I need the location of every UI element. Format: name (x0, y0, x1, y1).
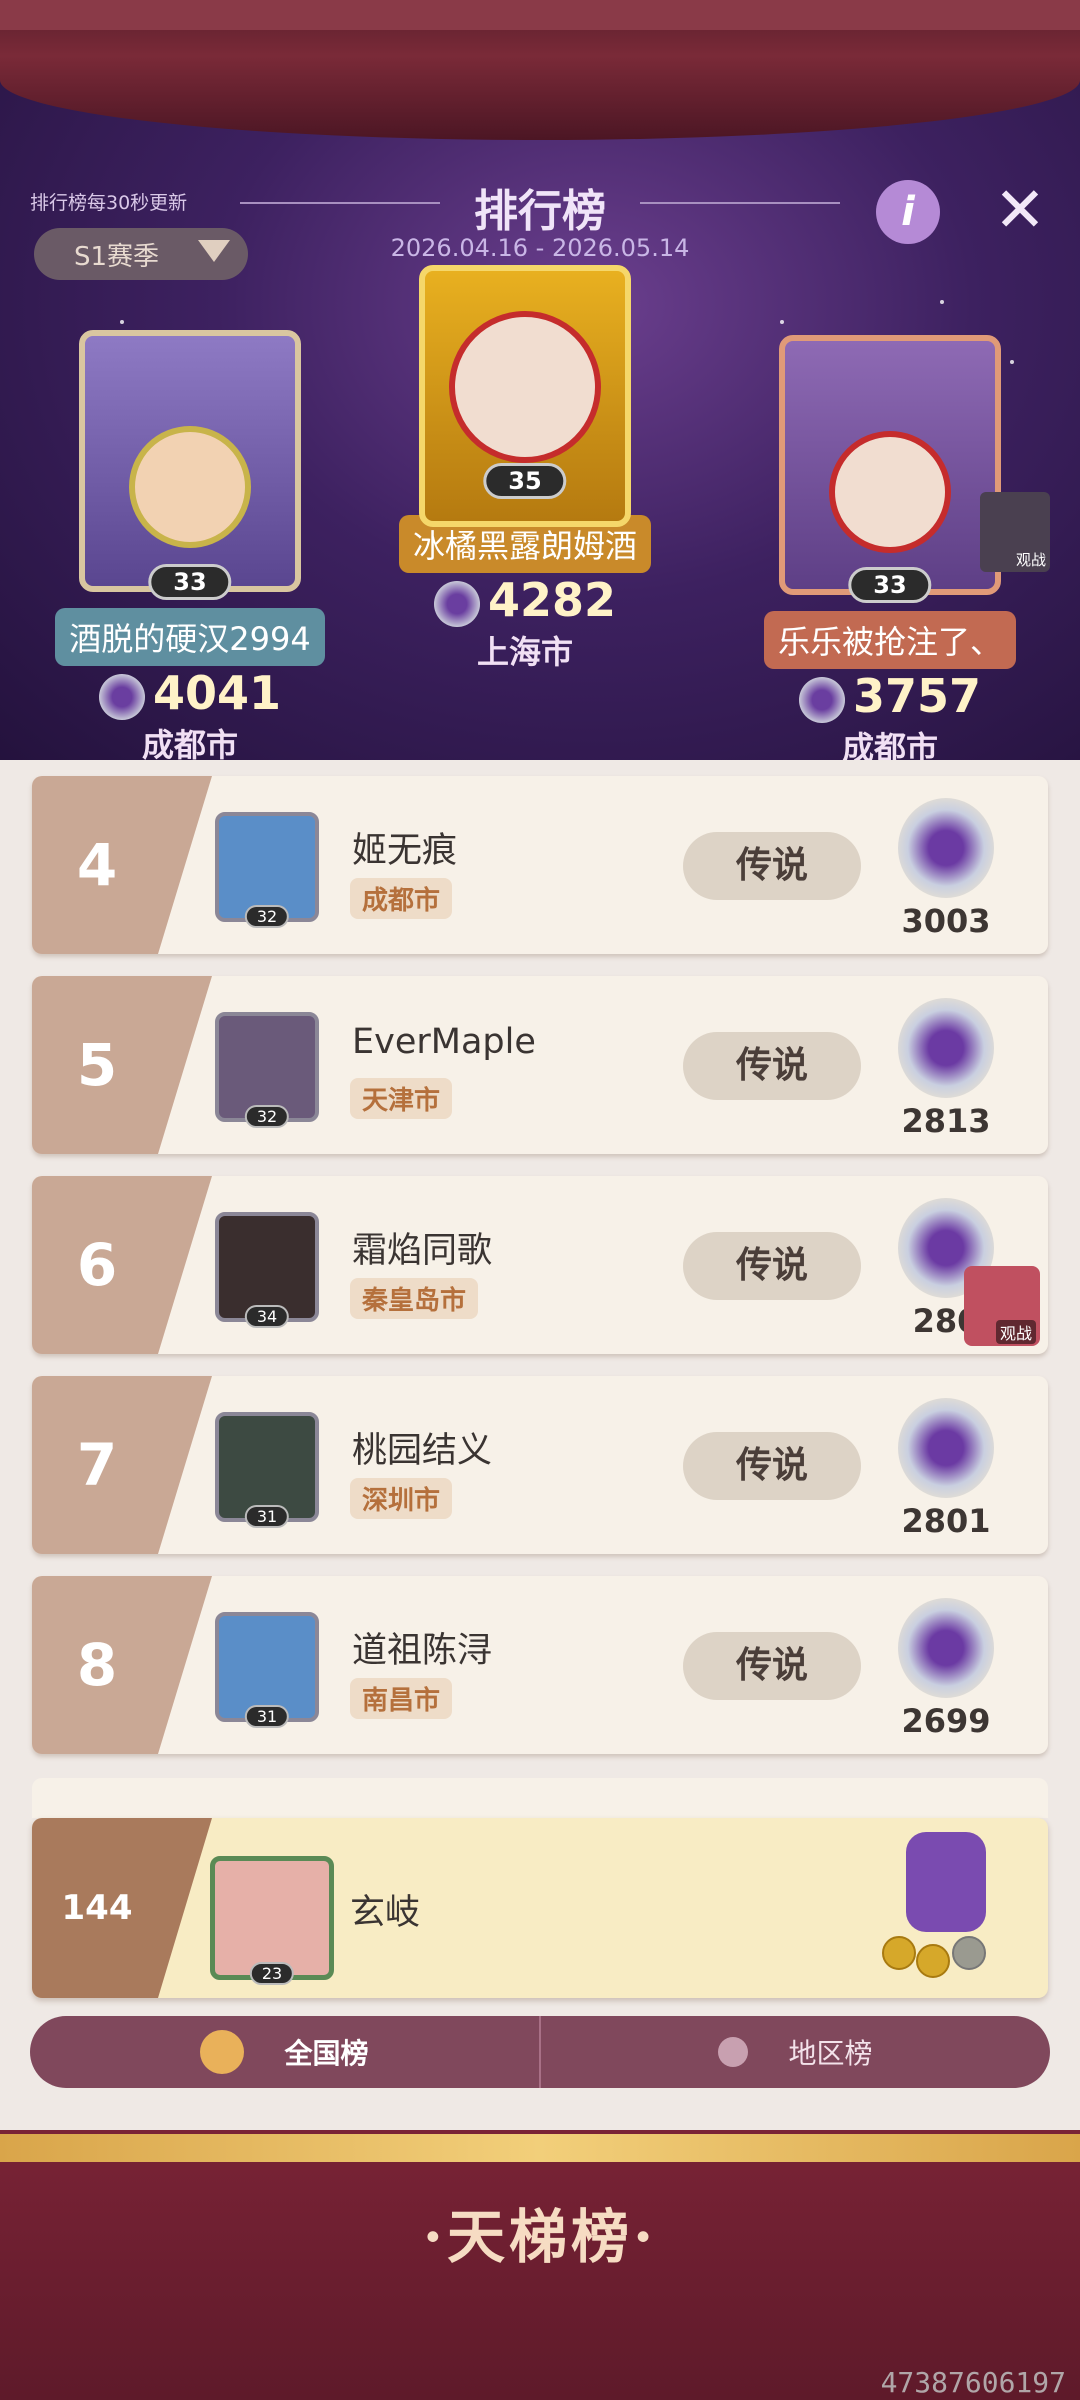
player-city: 成都市 (350, 878, 453, 919)
footer-trim (0, 2134, 1080, 2162)
level-badge: 33 (148, 564, 232, 600)
avatar (829, 431, 951, 553)
coin-icon (916, 1944, 950, 1978)
rank-number: 4 (76, 831, 118, 899)
location-pin-icon (712, 2030, 755, 2074)
legend-crest-icon (98, 673, 145, 720)
curtain-trim (0, 0, 1080, 30)
player-score: 2801 (901, 1502, 991, 1540)
level-badge: 35 (483, 463, 567, 499)
legend-crest-icon (898, 798, 994, 898)
coin-icon (882, 1936, 916, 1970)
podium-rank-2[interactable]: 33 酒脱的硬汉2994 4041 成都市 (30, 330, 350, 760)
hourglass-icon (906, 1832, 986, 1932)
legend-crest-icon (898, 1598, 994, 1698)
close-button[interactable]: ✕ (990, 179, 1050, 241)
player-score: 3757 (852, 669, 982, 723)
player-city: 上海市 (476, 633, 573, 671)
list-item[interactable]: 6 34 霜焰同歌 秦皇岛市 传说 280 观战 (32, 1176, 1048, 1354)
level-badge: 32 (244, 1105, 290, 1128)
player-name: 乐乐被抢注了、 (763, 611, 1016, 669)
watermark: 47387606197 (880, 2366, 1066, 2399)
player-city: 成都市 (841, 729, 938, 760)
my-rank-row[interactable]: 144 23 玄岐 (32, 1818, 1048, 1998)
ranking-list: 4 32 姬无痕 成都市 传说 3003 5 32 EverMaple 天津市 … (32, 776, 1048, 1776)
player-score: 2813 (901, 1102, 991, 1140)
player-name: 玄岐 (350, 1893, 421, 1933)
level-badge: 32 (244, 905, 290, 928)
tab-label: 全国榜 (284, 2037, 369, 2070)
rank-number: 7 (76, 1431, 118, 1499)
globe-icon (200, 2030, 245, 2074)
coin-icon (952, 1936, 986, 1970)
avatar-frame: 35 (419, 265, 631, 527)
player-score: 4282 (487, 573, 617, 627)
level-badge: 31 (244, 1505, 290, 1528)
player-name: 桃园结义 (352, 1431, 493, 1471)
star (940, 300, 944, 304)
leaderboard-tabs: 全国榜 地区榜 (30, 2016, 1050, 2088)
level-badge: 34 (244, 1305, 290, 1328)
tier-badge: 传说 (683, 832, 861, 900)
player-name: EverMaple (352, 1022, 536, 1062)
player-score: 4041 (152, 666, 282, 720)
rank-number: 8 (76, 1631, 118, 1699)
avatar: 31 (215, 1612, 319, 1728)
player-city: 深圳市 (350, 1478, 453, 1519)
spectate-button[interactable]: 观战 (964, 1266, 1040, 1346)
tier-badge: 传说 (683, 1632, 861, 1700)
footer-title: ·天梯榜· (422, 2203, 658, 2271)
avatar: 32 (215, 1012, 319, 1128)
avatar-frame: 33 (779, 335, 1001, 603)
player-city: 天津市 (350, 1078, 453, 1119)
tier-badge: 传说 (683, 1432, 861, 1500)
avatar: 34 (215, 1212, 319, 1328)
star (120, 320, 124, 324)
player-name: 霜焰同歌 (352, 1231, 493, 1271)
tab-regional[interactable]: 地区榜 (539, 2016, 1050, 2088)
avatar (129, 426, 251, 548)
podium-rank-1[interactable]: 35 冰橘黑露朗姆酒 4282 上海市 (365, 265, 685, 673)
list-item-partial (32, 1778, 1048, 1818)
tier-badge: 传说 (683, 1032, 861, 1100)
legend-crest-icon (433, 580, 480, 627)
player-name: 道祖陈浔 (352, 1631, 493, 1671)
level-badge: 33 (848, 567, 932, 603)
spectate-button[interactable]: 观战 (980, 492, 1050, 572)
legend-crest-icon (898, 1398, 994, 1498)
list-item[interactable]: 7 31 桃园结义 深圳市 传说 2801 (32, 1376, 1048, 1554)
player-name: 姬无痕 (352, 831, 458, 871)
rank-number: 5 (76, 1031, 118, 1099)
hourglass-reward-icon (876, 1832, 1026, 1978)
list-item[interactable]: 8 31 道祖陈浔 南昌市 传说 2699 (32, 1576, 1048, 1754)
spectate-label: 观战 (1015, 551, 1046, 569)
tab-label: 地区榜 (788, 2037, 873, 2070)
tier-badge: 传说 (683, 1232, 861, 1300)
avatar: 31 (215, 1412, 319, 1528)
level-badge: 23 (249, 1962, 295, 1985)
avatar: 23 (210, 1856, 334, 1985)
stage-curtain (0, 0, 1080, 140)
list-item[interactable]: 5 32 EverMaple 天津市 传说 2813 (32, 976, 1048, 1154)
info-button[interactable]: i (876, 180, 940, 244)
player-city: 成都市 (141, 726, 238, 760)
list-item[interactable]: 4 32 姬无痕 成都市 传说 3003 (32, 776, 1048, 954)
star (780, 320, 784, 324)
legend-crest-icon (898, 998, 994, 1098)
spectate-label: 观战 (995, 1320, 1036, 1344)
tab-national[interactable]: 全国榜 (30, 2016, 539, 2088)
podium-area: 排行榜每30秒更新 S1赛季 排行榜 2026.04.16 - 2026.05.… (0, 0, 1080, 760)
level-badge: 31 (244, 1705, 290, 1728)
player-city: 南昌市 (350, 1678, 453, 1719)
rank-number: 144 (61, 1888, 133, 1928)
player-score: 2699 (901, 1702, 991, 1740)
player-score: 3003 (901, 902, 991, 940)
rank-number: 6 (76, 1231, 118, 1299)
legend-crest-icon (798, 676, 845, 723)
player-city: 秦皇岛市 (350, 1278, 479, 1319)
avatar-frame: 33 (79, 330, 301, 600)
player-name: 酒脱的硬汉2994 (55, 608, 325, 666)
avatar (449, 311, 601, 463)
avatar: 32 (215, 812, 319, 928)
